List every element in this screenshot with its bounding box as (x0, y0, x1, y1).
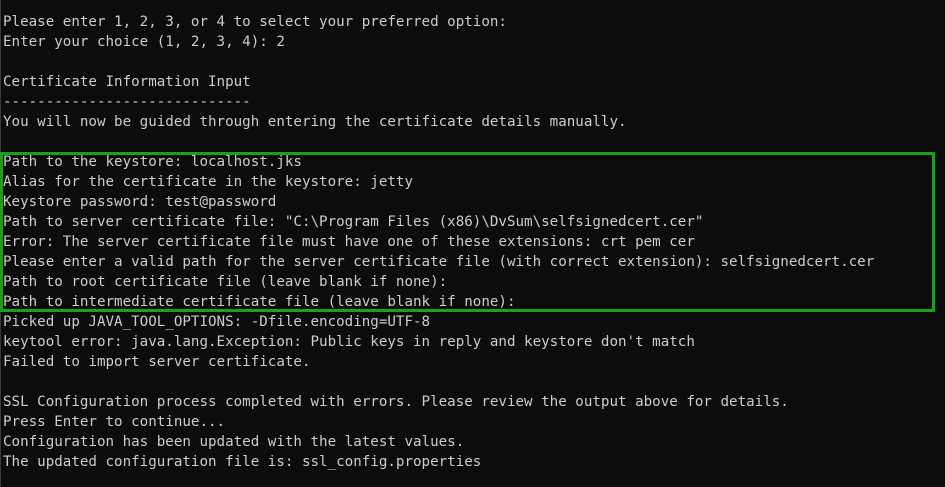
output-line: The updated configuration file is: ssl_c… (3, 454, 482, 470)
output-line: Path to server certificate file: "C:\Pro… (3, 214, 704, 230)
output-line: SSL Configuration process completed with… (3, 394, 789, 410)
terminal-window[interactable]: Please enter 1, 2, 3, or 4 to select you… (0, 0, 945, 487)
output-line: You will now be guided through entering … (3, 114, 627, 130)
output-line: Certificate Information Input (3, 74, 251, 90)
output-line: Enter your choice (1, 2, 3, 4): 2 (3, 34, 285, 50)
output-line: Path to intermediate certificate file (l… (3, 294, 516, 310)
output-line: Keystore password: test@password (3, 194, 277, 210)
output-line: Failed to import server certificate. (3, 354, 311, 370)
output-line: Please enter 1, 2, 3, or 4 to select you… (3, 14, 507, 30)
output-line: Picked up JAVA_TOOL_OPTIONS: -Dfile.enco… (3, 314, 431, 330)
output-line: Please enter a valid path for the server… (3, 254, 875, 270)
terminal-output: Please enter 1, 2, 3, or 4 to select you… (3, 12, 874, 472)
output-line: Configuration has been updated with the … (3, 434, 465, 450)
output-line: Path to the keystore: localhost.jks (3, 154, 302, 170)
output-line: Path to root certificate file (leave bla… (3, 274, 448, 290)
output-line: Press Enter to continue... (3, 414, 226, 430)
output-line: keytool error: java.lang.Exception: Publ… (3, 334, 695, 350)
window-edge (0, 0, 1, 487)
output-line: Error: The server certificate file must … (3, 234, 695, 250)
output-line: ----------------------------- (3, 94, 251, 110)
output-line: Alias for the certificate in the keystor… (3, 174, 413, 190)
